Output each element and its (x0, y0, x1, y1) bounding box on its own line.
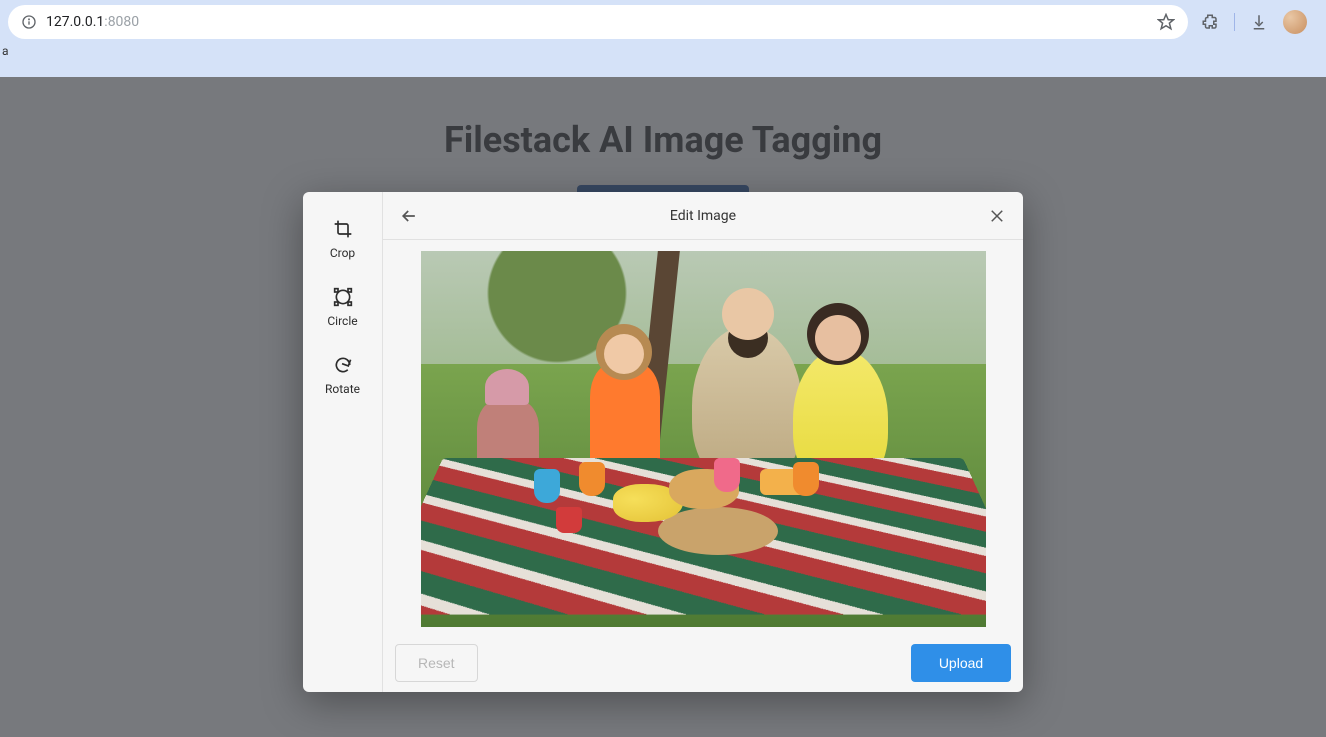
tool-rotate-label: Rotate (325, 382, 360, 396)
image-preview[interactable] (421, 251, 986, 627)
tool-crop-label: Crop (330, 246, 355, 260)
modal-main: Edit Image (383, 192, 1023, 692)
canvas-area (383, 240, 1023, 634)
reset-button[interactable]: Reset (395, 644, 478, 682)
tool-rotate[interactable]: Rotate (303, 342, 382, 410)
crop-icon (332, 218, 354, 240)
bookmark-star-icon[interactable] (1156, 12, 1176, 32)
modal-footer: Reset Upload (383, 634, 1023, 692)
circle-icon (332, 286, 354, 308)
close-button[interactable] (983, 202, 1011, 230)
toolbar-right (1200, 10, 1315, 34)
profile-avatar[interactable] (1283, 10, 1307, 34)
browser-toolbar: 127.0.0.1:8080 (0, 0, 1326, 44)
extensions-icon[interactable] (1200, 12, 1220, 32)
toolbar-divider (1234, 13, 1235, 31)
edit-image-modal: Crop Circle (303, 192, 1023, 692)
rotate-icon (332, 354, 354, 376)
modal-title: Edit Image (383, 208, 1023, 224)
url-port: :8080 (104, 14, 139, 30)
info-icon[interactable] (20, 13, 38, 31)
tool-sidebar: Crop Circle (303, 192, 383, 692)
tool-circle-label: Circle (327, 314, 357, 328)
upload-button[interactable]: Upload (911, 644, 1011, 682)
back-button[interactable] (395, 202, 423, 230)
sub-bar-text: a (2, 44, 9, 58)
page: Filestack AI Image Tagging Crop (0, 77, 1326, 737)
modal-header: Edit Image (383, 192, 1023, 240)
tool-crop[interactable]: Crop (303, 206, 382, 274)
url-bar[interactable]: 127.0.0.1:8080 (8, 5, 1188, 39)
tool-circle[interactable]: Circle (303, 274, 382, 342)
modal-overlay: Crop Circle (0, 77, 1326, 737)
browser-sub-bar: a (0, 44, 1326, 77)
url-text: 127.0.0.1:8080 (46, 14, 139, 30)
url-host: 127.0.0.1 (46, 14, 104, 30)
download-icon[interactable] (1249, 12, 1269, 32)
